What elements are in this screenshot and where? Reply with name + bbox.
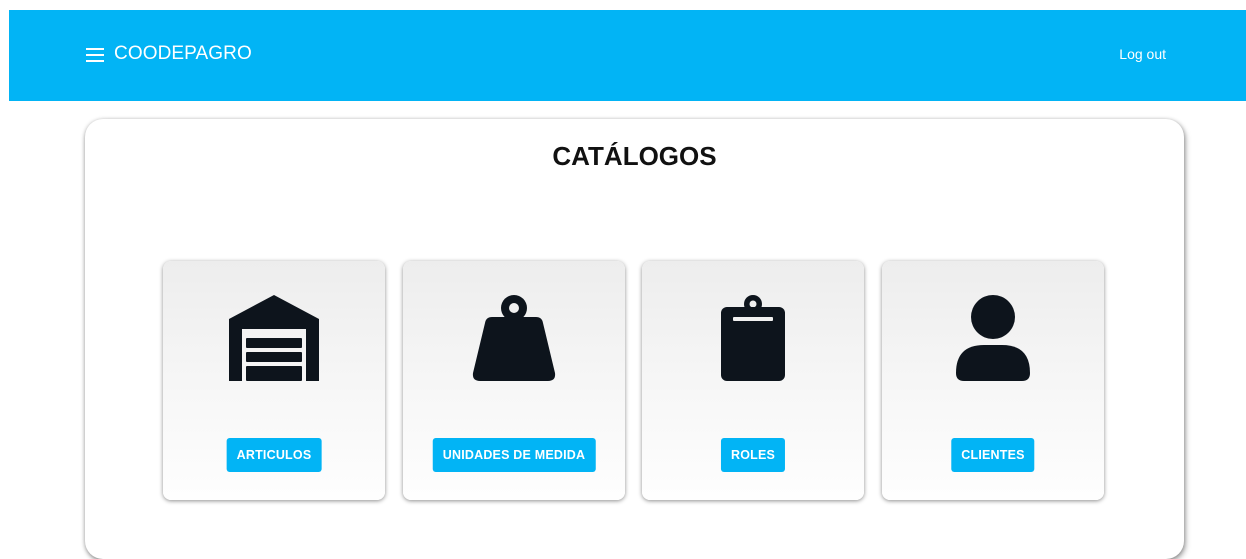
clipboard-icon: [721, 295, 785, 381]
unidades-de-medida-button[interactable]: UNIDADES DE MEDIDA: [432, 438, 596, 472]
catalog-panel: CATÁLOGOS ARTICULOS UNIDADES DE MEDIDA R…: [85, 119, 1184, 559]
brand-name: COODEPAGRO: [114, 43, 252, 64]
warehouse-icon: [229, 295, 319, 381]
catalog-card-clientes: CLIENTES: [882, 261, 1104, 500]
clientes-button[interactable]: CLIENTES: [951, 438, 1035, 472]
catalog-card-unidades-de-medida: UNIDADES DE MEDIDA: [403, 261, 625, 500]
roles-button[interactable]: ROLES: [720, 438, 786, 472]
catalog-card-articulos: ARTICULOS: [163, 261, 385, 500]
brand-link[interactable]: COODEPAGRO: [86, 43, 252, 65]
hamburger-icon[interactable]: [86, 46, 104, 62]
logout-link[interactable]: Log out: [1119, 46, 1166, 62]
articulos-button[interactable]: ARTICULOS: [226, 438, 322, 472]
top-navbar: COODEPAGRO Log out: [9, 10, 1246, 101]
catalog-card-roles: ROLES: [642, 261, 864, 500]
weight-icon: [472, 295, 556, 381]
user-icon: [956, 295, 1030, 381]
page-title: CATÁLOGOS: [552, 141, 717, 171]
